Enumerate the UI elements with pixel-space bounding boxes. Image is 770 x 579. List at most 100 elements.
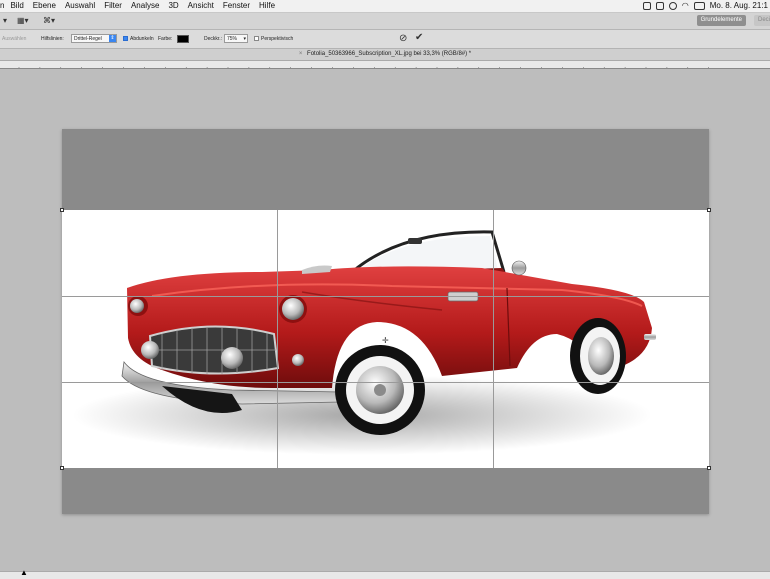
ruler-label: 5 (125, 68, 128, 69)
menu-item[interactable]: Fenster (223, 1, 250, 10)
ruler-label: 25 (543, 68, 549, 69)
ruler-label: 28 (606, 68, 612, 69)
ruler-label: 19 (418, 68, 424, 69)
commit-crop-icon[interactable]: ✔ (415, 32, 423, 43)
ruler-label: 16 (355, 68, 361, 69)
farbe-color-swatch[interactable] (177, 35, 189, 43)
right-bumper-bullet (221, 347, 243, 369)
perspektivisch-option[interactable]: Perspektivisch (254, 36, 293, 42)
application-bar: ▾ ▦▾ ⌘▾ Grundelemente Deci (0, 13, 770, 30)
perspektivisch-label: Perspektivisch (261, 36, 294, 42)
thirds-line-vertical-1 (277, 210, 278, 468)
farbe-label: Farbe: (158, 36, 173, 42)
hilfslinien-select-value: Drittel-Regel (74, 36, 102, 42)
menu-item[interactable]: 3D (168, 1, 178, 10)
close-tab-icon[interactable]: × (299, 51, 303, 57)
rear-mirror (408, 238, 422, 244)
perspektivisch-checkbox[interactable] (254, 36, 259, 42)
horizontal-ruler[interactable]: 0123456789101112131415161718192021222324… (0, 61, 770, 69)
document-title: Fotolia_50363966_Subscription_XL.jpg bei… (307, 51, 472, 57)
options-bar: Auswählen Hilfslinien: Drittel-Regel ⇕ A… (0, 30, 770, 49)
ruler-label: 0 (21, 68, 24, 69)
battery-icon[interactable] (693, 1, 705, 10)
cloud-icon[interactable] (668, 1, 677, 10)
crop-handle-top-left[interactable] (60, 208, 64, 212)
select-arrow-icon: ⇕ (109, 35, 116, 42)
sync-icon[interactable] (655, 1, 664, 10)
ruler-label: 11 (250, 68, 255, 69)
workspace-button-grundelemente[interactable]: Grundelemente (696, 15, 746, 26)
arrange-documents-icon[interactable]: ▦▾ (17, 16, 29, 25)
menu-item[interactable]: Filter (104, 1, 122, 10)
ruler-label: 9 (209, 68, 212, 69)
ruler-label: 27 (585, 68, 591, 69)
rear-hubcap (588, 337, 614, 375)
hilfslinien-select[interactable]: Drittel-Regel ⇕ (71, 34, 117, 43)
workspace-button-next[interactable]: Deci (753, 15, 770, 26)
left-bumper-bullet (141, 341, 159, 359)
ruler-label: 20 (439, 68, 445, 69)
abdunkeln-option[interactable]: Abdunkeln (123, 36, 154, 42)
ruler-label: 7 (167, 68, 170, 69)
status-area: ◠ Mo. 8. Aug. 21:1 (642, 1, 768, 10)
front-hub-center (374, 384, 386, 396)
auswahlen-button[interactable]: Auswählen (2, 36, 26, 42)
ruler-label: 17 (376, 68, 382, 69)
menu-bar: n Bild Ebene Auswahl Filter Analyse 3D Ansicht F… (0, 0, 770, 13)
ruler-label: 24 (522, 68, 528, 69)
cancel-crop-icon[interactable]: ⊘ (399, 33, 407, 44)
ruler-label: 23 (501, 68, 507, 69)
abdunkeln-label: Abdunkeln (130, 36, 154, 42)
menu-item[interactable]: Analyse (131, 1, 159, 10)
right-headlight (282, 298, 304, 320)
deckkraft-label: Deckkr.: (204, 36, 223, 42)
thirds-line-vertical-2 (493, 210, 494, 468)
thirds-line-horizontal-2 (62, 382, 709, 383)
document-tab[interactable]: × Fotolia_50363966_Subscription_XL.jpg b… (0, 49, 770, 61)
mouse-cursor-icon: ▲ (20, 568, 28, 577)
ruler-label: 32 (689, 68, 695, 69)
ruler-label: 14 (313, 68, 319, 69)
menu-item[interactable]: Ansicht (188, 1, 214, 10)
hilfslinien-label: Hilfslinien: (41, 36, 64, 42)
menu-item[interactable]: Bild (10, 1, 23, 10)
deckkraft-input[interactable]: 75% ▾ (224, 34, 248, 43)
abdunkeln-checkbox[interactable] (123, 36, 128, 42)
ruler-ticks: 0123456789101112131415161718192021222324… (18, 67, 716, 69)
tool-dropdown-icon[interactable]: ▾ (3, 16, 7, 25)
side-mirror (511, 260, 527, 276)
menu-item[interactable]: Hilfe (259, 1, 275, 10)
ruler-label: 33 (710, 68, 716, 69)
dropbox-icon[interactable] (642, 1, 651, 10)
crop-handle-bottom-left[interactable] (60, 466, 64, 470)
ruler-label: 30 (648, 68, 654, 69)
ruler-label: 13 (292, 68, 298, 69)
ruler-label: 22 (480, 68, 486, 69)
ruler-label: 29 (627, 68, 633, 69)
clock-text[interactable]: Mo. 8. Aug. 21:1 (710, 1, 768, 10)
ruler-label: 12 (271, 68, 277, 69)
crop-center-icon[interactable]: ✛ (382, 336, 389, 345)
menu-item[interactable]: n (0, 1, 4, 10)
crop-handle-bottom-right[interactable] (707, 466, 711, 470)
ruler-label: 6 (146, 68, 149, 69)
ruler-label: 1 (41, 68, 44, 69)
ruler-label: 26 (564, 68, 570, 69)
ruler-label: 3 (83, 68, 86, 69)
wifi-icon[interactable]: ◠ (682, 1, 689, 10)
menu-item[interactable]: Auswahl (65, 1, 95, 10)
ruler-label: 15 (334, 68, 340, 69)
ruler-label: 21 (459, 68, 465, 69)
crop-handle-top-right[interactable] (707, 208, 711, 212)
ruler-label: 31 (668, 68, 674, 69)
ruler-label: 10 (230, 68, 236, 69)
ruler-label: 2 (62, 68, 65, 69)
menu-item[interactable]: Ebene (33, 1, 56, 10)
deckkraft-value: 75% (227, 36, 238, 42)
rear-bumper (644, 334, 656, 340)
ruler-label: 8 (188, 68, 191, 69)
thirds-line-horizontal-1 (62, 296, 709, 297)
screen-mode-icon[interactable]: ⌘▾ (43, 16, 55, 25)
ruler-label: 4 (104, 68, 107, 69)
chevron-down-icon: ▾ (243, 36, 246, 42)
